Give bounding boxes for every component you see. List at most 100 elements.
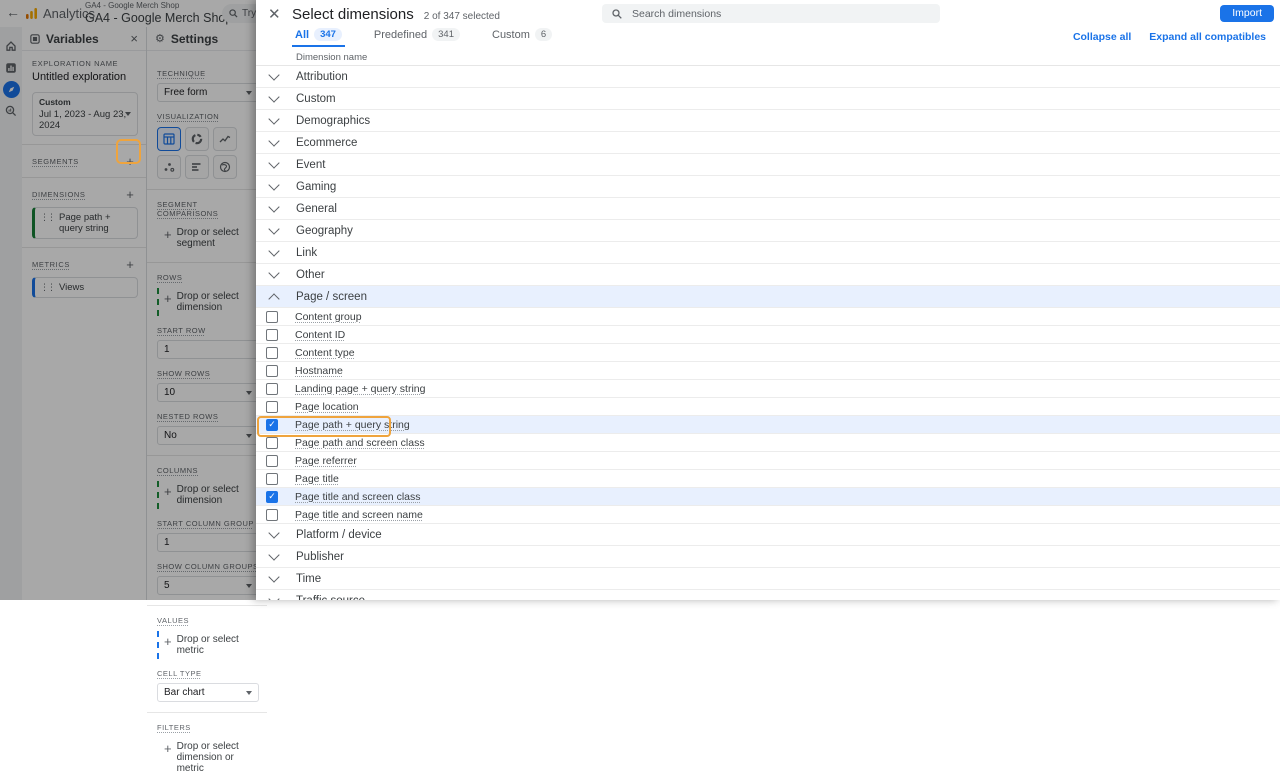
chevron-down-icon[interactable] [268, 250, 280, 255]
dimension-item-label: Page title and screen class [295, 491, 421, 503]
tab-predefined[interactable]: Predefined341 [371, 27, 463, 47]
dimension-item-row[interactable]: Content ID [256, 326, 1280, 344]
dimension-item-row[interactable]: ✓ Page title and screen class [256, 488, 1280, 506]
tab-custom[interactable]: Custom6 [489, 27, 555, 47]
selected-summary: 2 of 347 selected [424, 11, 500, 22]
checkbox-icon[interactable] [266, 329, 278, 341]
dimension-category-row[interactable]: Demographics [256, 110, 1280, 132]
dimension-item-label: Page referrer [295, 455, 357, 467]
chevron-down-icon[interactable] [268, 184, 280, 189]
chevron-down-icon[interactable] [268, 96, 280, 101]
checkbox-icon[interactable] [266, 455, 278, 467]
dimension-category-row[interactable]: Other [256, 264, 1280, 286]
chevron-down-icon[interactable] [268, 272, 280, 277]
chevron-down-icon [246, 691, 252, 695]
cell-type-select[interactable]: Bar chart [157, 683, 259, 702]
chevron-down-icon[interactable] [268, 228, 280, 233]
dimension-list-header: Dimension name [256, 50, 1280, 66]
dimension-category-row[interactable]: Traffic source [256, 590, 1280, 600]
dimension-item-row[interactable]: Hostname [256, 362, 1280, 380]
dimension-item-row[interactable]: Content type [256, 344, 1280, 362]
filters-label: FILTERS [157, 723, 259, 732]
dimension-category-row[interactable]: Ecommerce [256, 132, 1280, 154]
checkbox-icon[interactable] [266, 347, 278, 359]
tab-all-count: 347 [314, 28, 342, 41]
dimension-search[interactable] [602, 4, 940, 23]
checkbox-checked-icon[interactable]: ✓ [266, 419, 278, 431]
dimension-search-input[interactable] [630, 7, 904, 21]
tab-all[interactable]: All347 [292, 27, 345, 47]
tab-predefined-count: 341 [432, 28, 460, 41]
dimension-category-row[interactable]: Custom [256, 88, 1280, 110]
dimension-item-label: Content ID [295, 329, 345, 341]
highlight-box-add-dimension [116, 139, 141, 164]
chevron-down-icon[interactable] [268, 118, 280, 123]
cell-type-label: CELL TYPE [157, 669, 259, 678]
expand-all-compatibles-link[interactable]: Expand all compatibles [1149, 31, 1266, 43]
values-drop-zone[interactable]: +Drop or select metric [157, 631, 259, 659]
dimension-item-row[interactable]: Content group [256, 308, 1280, 326]
search-icon [612, 9, 622, 19]
checkbox-icon[interactable] [266, 365, 278, 377]
dimension-item-row[interactable]: ✓ Page path + query string [256, 416, 1280, 434]
dimension-item-label: Page path + query string [295, 419, 410, 431]
checkbox-icon[interactable] [266, 311, 278, 323]
tab-custom-count: 6 [535, 28, 552, 41]
checkbox-icon[interactable] [266, 509, 278, 521]
category-label: Platform / device [296, 529, 382, 541]
dialog-title: Select dimensions2 of 347 selected [292, 6, 500, 23]
dimension-category-row[interactable]: Link [256, 242, 1280, 264]
category-label: Time [296, 573, 321, 585]
category-label: Demographics [296, 115, 370, 127]
dimension-item-label: Page location [295, 401, 359, 413]
chevron-down-icon[interactable] [268, 206, 280, 211]
checkbox-icon[interactable] [266, 437, 278, 449]
category-label: Traffic source [296, 595, 365, 601]
checkbox-icon[interactable] [266, 473, 278, 485]
select-dimensions-dialog: ✕ Select dimensions2 of 347 selected Imp… [256, 0, 1280, 600]
dimension-item-label: Page path and screen class [295, 437, 425, 449]
dimension-list: Dimension name Attribution Custom Demograp… [256, 50, 1280, 600]
dimension-item-label: Content group [295, 311, 362, 323]
dimension-item-row[interactable]: Page referrer [256, 452, 1280, 470]
chevron-down-icon[interactable] [268, 532, 280, 537]
close-dialog-icon[interactable]: ✕ [268, 5, 281, 23]
dimension-category-row[interactable]: Event [256, 154, 1280, 176]
dimension-category-row[interactable]: Time [256, 568, 1280, 590]
dimension-category-row[interactable]: General [256, 198, 1280, 220]
chevron-down-icon[interactable] [268, 554, 280, 559]
dimension-rows: Attribution Custom Demographics Ecommerce Ev… [256, 66, 1280, 600]
dimension-category-row[interactable]: Geography [256, 220, 1280, 242]
collapse-all-link[interactable]: Collapse all [1073, 31, 1131, 43]
dimension-category-row[interactable]: Publisher [256, 546, 1280, 568]
modal-scrim [0, 0, 256, 600]
dimension-item-row[interactable]: Page title [256, 470, 1280, 488]
dimension-item-row[interactable]: Page path and screen class [256, 434, 1280, 452]
dimension-item-row[interactable]: Page title and screen name [256, 506, 1280, 524]
checkbox-icon[interactable] [266, 383, 278, 395]
dimension-item-label: Page title and screen name [295, 509, 423, 521]
dimension-item-label: Content type [295, 347, 355, 359]
values-label: VALUES [157, 616, 259, 625]
chevron-up-icon[interactable] [268, 291, 280, 303]
dimension-category-row[interactable]: Page / screen [256, 286, 1280, 308]
category-label: Ecommerce [296, 137, 357, 149]
chevron-down-icon[interactable] [268, 162, 280, 167]
dimension-category-row[interactable]: Gaming [256, 176, 1280, 198]
chevron-down-icon[interactable] [268, 140, 280, 145]
dimension-item-row[interactable]: Page location [256, 398, 1280, 416]
checkbox-icon[interactable] [266, 401, 278, 413]
category-label: General [296, 203, 337, 215]
import-button[interactable]: Import [1220, 5, 1274, 22]
checkbox-checked-icon[interactable]: ✓ [266, 491, 278, 503]
dimension-item-label: Landing page + query string [295, 383, 425, 395]
chevron-down-icon[interactable] [268, 576, 280, 581]
dimension-category-row[interactable]: Platform / device [256, 524, 1280, 546]
chevron-down-icon[interactable] [268, 74, 280, 79]
category-label: Event [296, 159, 325, 171]
dimension-item-row[interactable]: Landing page + query string [256, 380, 1280, 398]
filters-drop-zone[interactable]: +Drop or select dimension or metric [157, 738, 259, 777]
dimension-category-row[interactable]: Attribution [256, 66, 1280, 88]
category-label: Attribution [296, 71, 348, 83]
dialog-tabs: All347 Predefined341 Custom6 [292, 27, 555, 47]
